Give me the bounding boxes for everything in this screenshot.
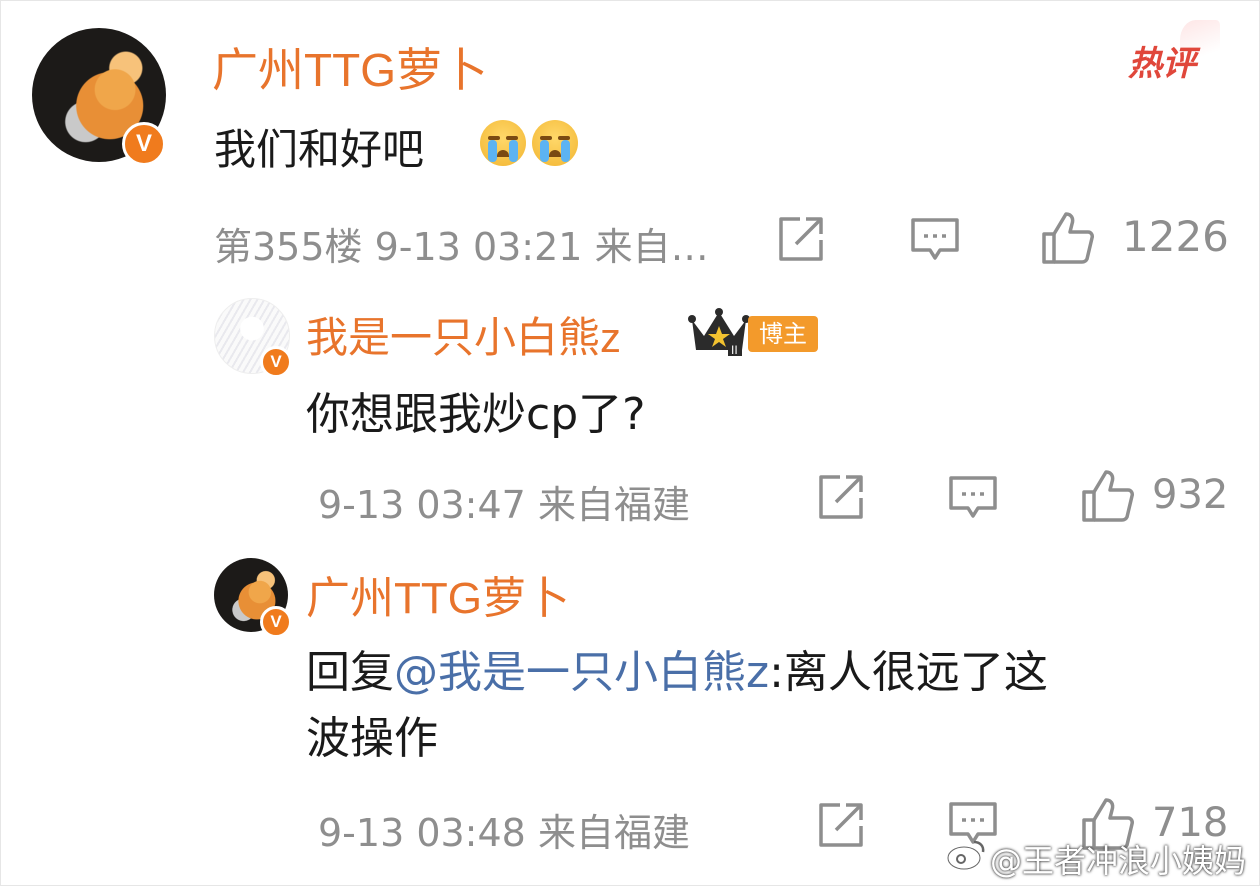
reply-text-line-1: 回复@我是一只小白熊z:离人很远了这 [306, 636, 1048, 700]
hot-comment-tag: 热评 [1128, 45, 1196, 83]
author-tag-badge: 博主 [748, 316, 818, 352]
verified-badge-icon: V [260, 606, 292, 638]
like-count: 1226 [1122, 212, 1229, 261]
share-icon[interactable] [816, 800, 866, 850]
reply-meta: 9-13 03:47 来自福建 [318, 474, 690, 529]
reply-prefix: 回复 [306, 647, 394, 698]
verified-badge-icon: V [260, 346, 292, 378]
thumbs-up-icon[interactable] [1040, 210, 1096, 266]
watermark: @王者冲浪小姨妈 [990, 842, 1247, 880]
mention-link[interactable]: @我是一只小白熊z [394, 647, 769, 698]
reply-text-line-2: 波操作 [306, 713, 438, 764]
comment-source: 来自… [594, 225, 709, 269]
comment-author-name[interactable]: 广州TTG萝卜 [212, 34, 488, 100]
share-icon[interactable] [776, 214, 826, 264]
reply-datetime: 9-13 03:47 [318, 483, 526, 527]
weibo-logo-icon [946, 838, 986, 876]
reply-datetime: 9-13 03:48 [318, 811, 526, 855]
thumbs-up-icon[interactable] [1080, 468, 1136, 524]
reply-source: 来自福建 [537, 483, 690, 527]
reply-source: 来自福建 [537, 811, 690, 855]
crying-emoji-icon [480, 120, 526, 166]
reply-author-name[interactable]: 我是一只小白熊z [306, 304, 621, 365]
comment-icon[interactable] [948, 474, 998, 522]
comment-floor: 第355楼 [214, 225, 363, 269]
like-count: 932 [1152, 472, 1229, 518]
comment-text: 我们和好吧 [214, 125, 425, 174]
crown-icon: II [688, 306, 750, 362]
screenshot-frame [0, 0, 1260, 886]
comment-datetime: 9-13 03:21 [374, 225, 583, 269]
reply-text: :离人很远了这 [769, 647, 1048, 698]
reply-meta: 9-13 03:48 来自福建 [318, 802, 690, 857]
comment-meta: 第355楼 9-13 03:21 来自… [214, 216, 709, 271]
share-icon[interactable] [816, 472, 866, 522]
reply-author-name[interactable]: 广州TTG萝卜 [306, 562, 570, 626]
verified-badge-icon: V [122, 122, 166, 166]
comment-icon[interactable] [910, 216, 960, 264]
crying-emoji-icon [532, 120, 578, 166]
svg-text:II: II [731, 343, 738, 357]
reply-text: 你想跟我炒cp了? [306, 389, 646, 440]
